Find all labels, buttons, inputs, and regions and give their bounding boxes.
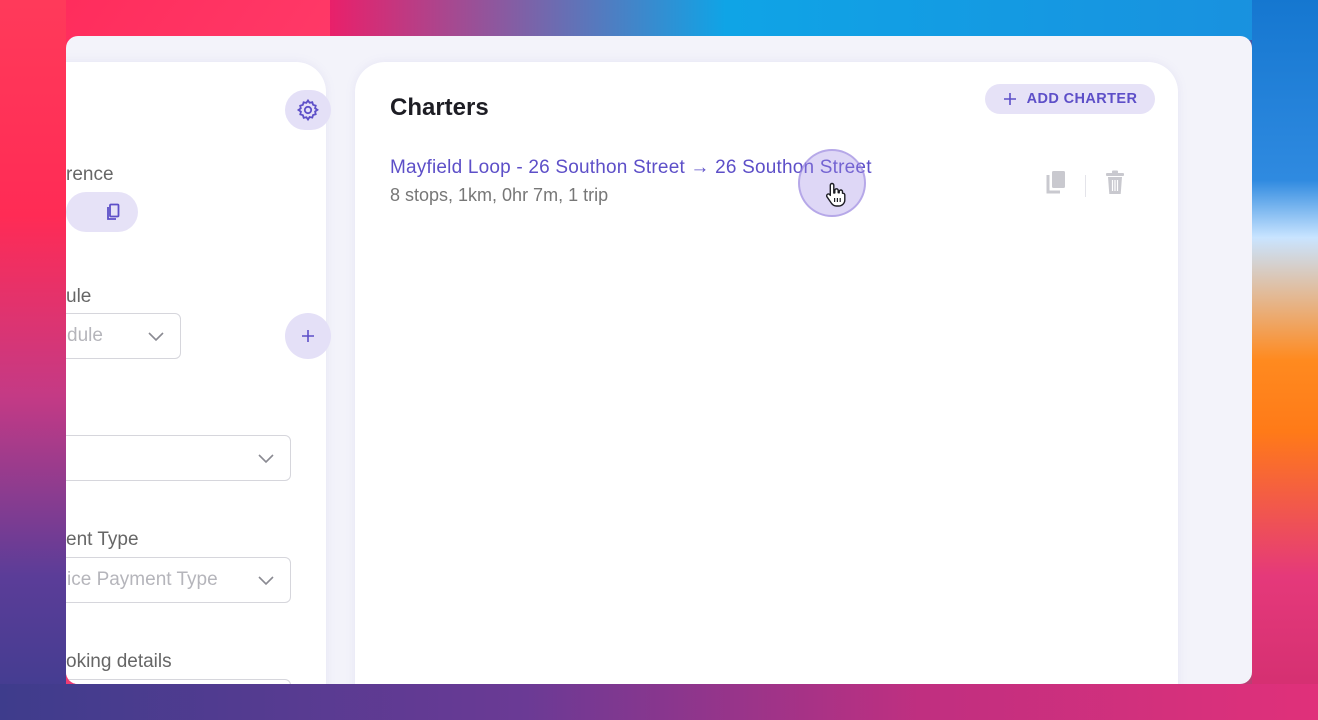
schedule-label: ule <box>66 286 92 307</box>
reference-label: rence <box>66 164 114 185</box>
booking-form-panel: rence ule dule ent Type ice Payment Type… <box>66 62 331 684</box>
charter-row-actions <box>1045 170 1126 201</box>
chevron-down-icon <box>148 332 164 342</box>
copy-icon <box>107 203 120 220</box>
add-charter-label: ADD CHARTER <box>1026 91 1138 107</box>
action-separator <box>1085 174 1086 197</box>
charters-title: Charters <box>390 94 489 121</box>
payment-type-label: ent Type <box>66 529 139 550</box>
delete-charter-button[interactable] <box>1104 170 1126 201</box>
charters-panel: Charters ADD CHARTER Mayfield Loop - 26 … <box>355 62 1178 684</box>
hand-pointer-icon <box>825 182 846 207</box>
schedule-placeholder: dule <box>67 325 103 346</box>
booking-details-label: oking details <box>66 651 172 672</box>
trash-icon <box>1106 170 1124 194</box>
chevron-down-icon <box>258 454 274 464</box>
add-charter-button[interactable]: ADD CHARTER <box>985 84 1155 114</box>
settings-button[interactable] <box>285 90 331 130</box>
app-window: rence ule dule ent Type ice Payment Type… <box>66 36 1252 684</box>
plus-icon <box>302 330 314 342</box>
payment-type-select[interactable]: ice Payment Type <box>66 557 291 603</box>
duplicate-charter-button[interactable] <box>1045 170 1067 201</box>
booking-details-field[interactable] <box>66 679 291 684</box>
plus-icon <box>1003 93 1016 105</box>
payment-type-placeholder: ice Payment Type <box>67 569 218 590</box>
dropdown-select[interactable] <box>66 435 291 481</box>
copy-reference-button[interactable] <box>66 192 138 232</box>
schedule-select[interactable]: dule <box>66 313 181 359</box>
duplicate-icon <box>1046 171 1065 194</box>
gear-icon <box>296 98 319 122</box>
charter-summary: 8 stops, 1km, 0hr 7m, 1 trip <box>390 185 609 205</box>
add-schedule-button[interactable] <box>285 313 331 359</box>
chevron-down-icon <box>258 576 274 586</box>
